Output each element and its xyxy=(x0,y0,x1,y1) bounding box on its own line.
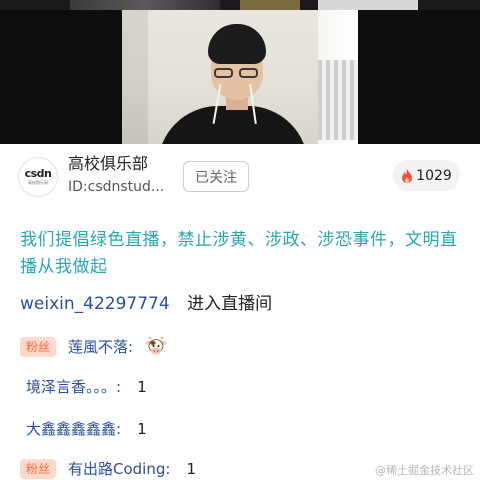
video-frame xyxy=(122,10,358,144)
room-radiator xyxy=(318,60,358,140)
room-shadow xyxy=(122,10,148,144)
video-thumbnail xyxy=(240,0,300,10)
chat-username[interactable]: 境泽言香。。。: xyxy=(26,376,121,398)
streamer-torso xyxy=(158,106,308,144)
join-username[interactable]: weixin_42297774 xyxy=(20,294,170,314)
chat-message: 大鑫鑫鑫鑫鑫: 1 xyxy=(26,418,147,440)
video-thumbnail xyxy=(318,0,418,10)
streamer-glasses xyxy=(214,68,260,78)
chat-text: 1 xyxy=(137,378,147,396)
streamer-figure xyxy=(152,24,308,144)
avatar-logo: csdn xyxy=(24,167,52,180)
host-id: ID:csdnstud... xyxy=(68,179,165,195)
cow-icon xyxy=(145,337,167,355)
host-name[interactable]: 高校俱乐部 xyxy=(68,154,148,174)
chat-username[interactable]: 有出路Coding: xyxy=(68,458,170,480)
avatar-logo-subtext: 高校俱乐部 xyxy=(28,180,48,185)
chat-message: 粉丝 莲風不落: xyxy=(20,336,167,358)
chat-message: 境泽言香。。。: 1 xyxy=(26,376,147,398)
fan-badge: 粉丝 xyxy=(20,459,56,479)
chat-text: 1 xyxy=(137,420,147,438)
popularity-count: 1029 xyxy=(416,167,452,184)
join-text: 进入直播间 xyxy=(187,294,273,314)
chat-text: 1 xyxy=(186,460,196,478)
system-notice: 我们提倡绿色直播，禁止涉黄、涉政、涉恐事件，文明直播从我做起 xyxy=(20,230,458,277)
host-avatar[interactable]: csdn 高校俱乐部 xyxy=(18,157,58,197)
live-video[interactable] xyxy=(0,0,480,144)
fan-badge: 粉丝 xyxy=(20,337,56,357)
video-top-strip xyxy=(0,0,480,10)
video-letterbox-right xyxy=(358,10,480,144)
video-letterbox-left xyxy=(0,10,122,144)
join-message: weixin_42297774 进入直播间 xyxy=(20,292,272,316)
chat-username[interactable]: 大鑫鑫鑫鑫鑫: xyxy=(26,418,121,440)
streamer-hair xyxy=(208,24,266,64)
video-thumbnail xyxy=(70,0,220,10)
chat-message: 粉丝 有出路Coding: 1 xyxy=(20,458,196,480)
flame-icon xyxy=(402,168,413,183)
popularity-badge[interactable]: 1029 xyxy=(393,160,460,191)
chat-username[interactable]: 莲風不落: xyxy=(68,336,133,358)
follow-button[interactable]: 已关注 xyxy=(183,161,249,192)
watermark: @稀土掘金技术社区 xyxy=(375,464,474,477)
